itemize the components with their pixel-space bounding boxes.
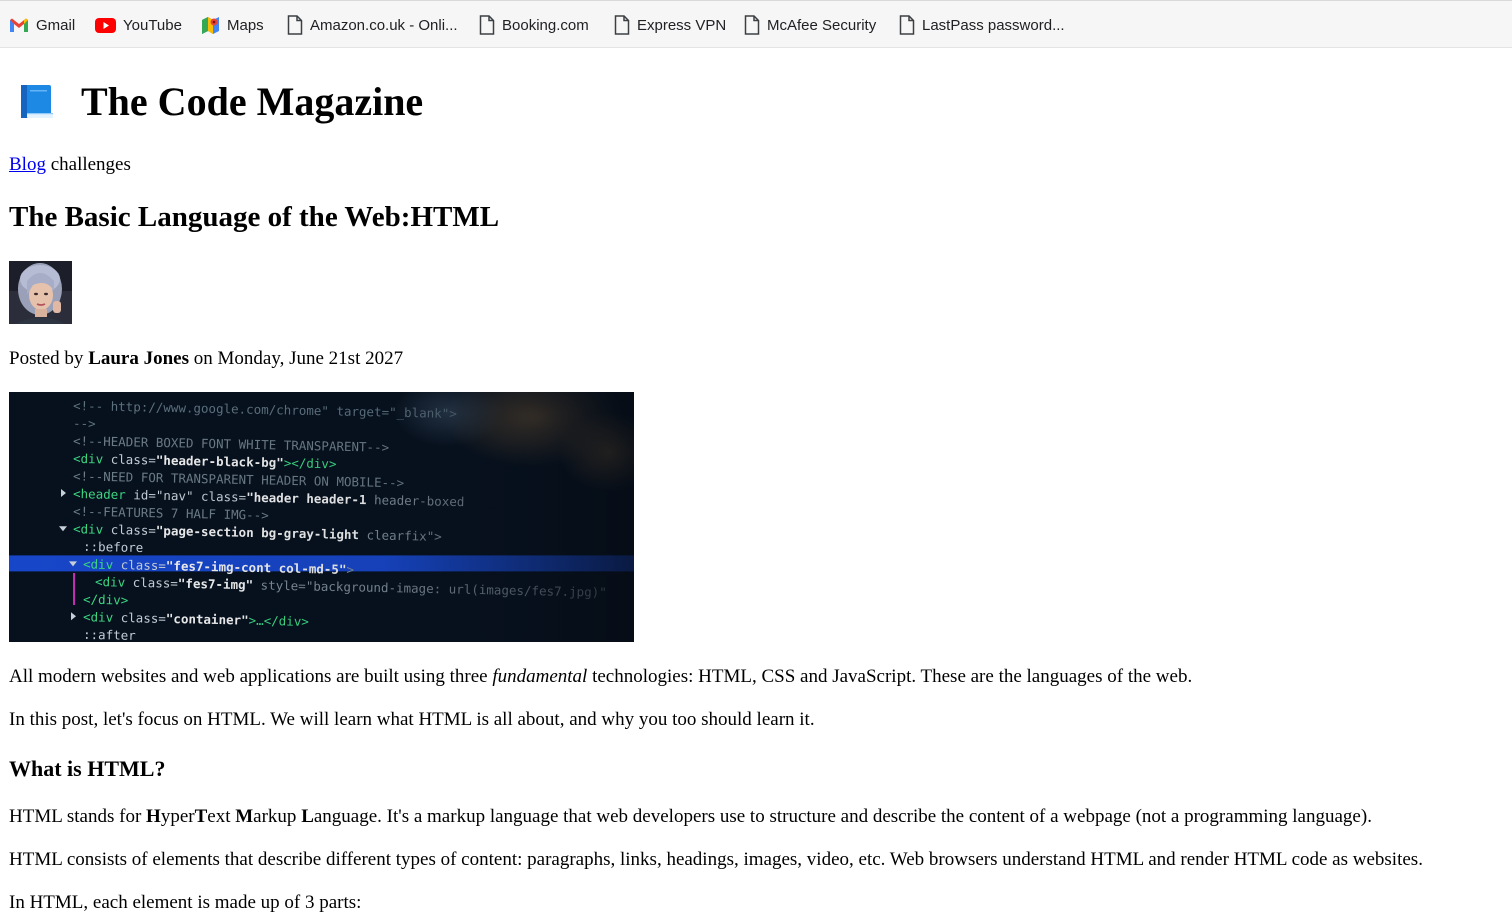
bookmark-booking[interactable]: Booking.com (479, 1, 589, 49)
bookmark-label: Gmail (36, 16, 76, 34)
paragraph-elements: HTML consists of elements that describe … (9, 849, 1423, 870)
acronym-letter: L (301, 806, 314, 827)
site-title: The Code Magazine (81, 79, 424, 124)
byline-prefix: Posted by (9, 348, 84, 369)
bookmark-amazon[interactable]: Amazon.co.uk - Onli... (287, 1, 458, 49)
para-text: technologies: HTML, CSS and JavaScript. … (592, 666, 1193, 687)
post-code-image: <!-- http://www.google.com/chrome" targe… (9, 392, 634, 642)
post-byline: Posted by Laura Jones on Monday, June 21… (9, 348, 403, 370)
para-emphasis: fundamental (492, 666, 588, 687)
code-screenshot: <!-- http://www.google.com/chrome" targe… (9, 392, 634, 642)
bookmark-mcafee[interactable]: McAfee Security (744, 1, 876, 49)
para-text: arkup (253, 806, 297, 827)
para-text: HTML stands for (9, 806, 142, 827)
para-text: All modern websites and web applications… (9, 666, 488, 687)
para-text: anguage. It's a markup language that web… (313, 806, 1372, 827)
bookmark-label: Maps (227, 16, 264, 34)
page-icon (744, 15, 760, 35)
maps-icon (202, 16, 219, 34)
author-name: Laura Jones (88, 348, 190, 369)
bookmark-gmail[interactable]: Gmail (9, 1, 75, 49)
blue-book-icon (21, 84, 53, 118)
acronym-letter: M (235, 806, 254, 827)
paragraph-intro: All modern websites and web applications… (9, 666, 1192, 688)
bookmark-maps[interactable]: Maps (201, 1, 264, 49)
bookmark-expressvpn[interactable]: Express VPN (614, 1, 726, 49)
youtube-icon (95, 17, 116, 33)
paragraph-focus: In this post, let's focus on HTML. We wi… (9, 709, 815, 730)
site-header: The Code Magazine (9, 78, 423, 125)
bookmark-label: YouTube (123, 16, 182, 34)
para-text: yper (160, 806, 195, 827)
blog-link[interactable]: Blog (9, 154, 46, 175)
post-title: The Basic Language of the Web:HTML (9, 201, 500, 233)
paragraph-parts: In HTML, each element is made up of 3 pa… (9, 892, 362, 913)
para-text: ext (207, 806, 231, 827)
bookmark-label: Booking.com (502, 16, 589, 34)
post-date: on Monday, June 21st 2027 (193, 348, 404, 369)
page-icon (287, 15, 303, 35)
bookmark-label: Amazon.co.uk - Onli... (310, 16, 458, 34)
bookmark-label: LastPass password... (922, 16, 1065, 34)
author-avatar (9, 261, 72, 324)
acronym-letter: T (194, 806, 208, 827)
breadcrumb: Blog challenges (9, 154, 131, 176)
bookmark-label: McAfee Security (767, 16, 877, 34)
bookmarks-bar: Gmail YouTube Maps Amazon.co.uk - Onli..… (0, 0, 1512, 48)
bookmark-lastpass[interactable]: LastPass password... (899, 1, 1065, 49)
acronym-letter: H (146, 806, 161, 827)
paragraph-definition: HTML stands for HyperText Markup Languag… (9, 806, 1372, 828)
bookmark-youtube[interactable]: YouTube (95, 1, 182, 49)
gmail-icon (10, 18, 28, 32)
heading-what-is-html: What is HTML? (9, 756, 166, 781)
page-icon (614, 15, 630, 35)
nav-current: challenges (50, 154, 131, 175)
page-icon (479, 15, 495, 35)
page-icon (899, 15, 915, 35)
bookmark-label: Express VPN (637, 16, 727, 34)
